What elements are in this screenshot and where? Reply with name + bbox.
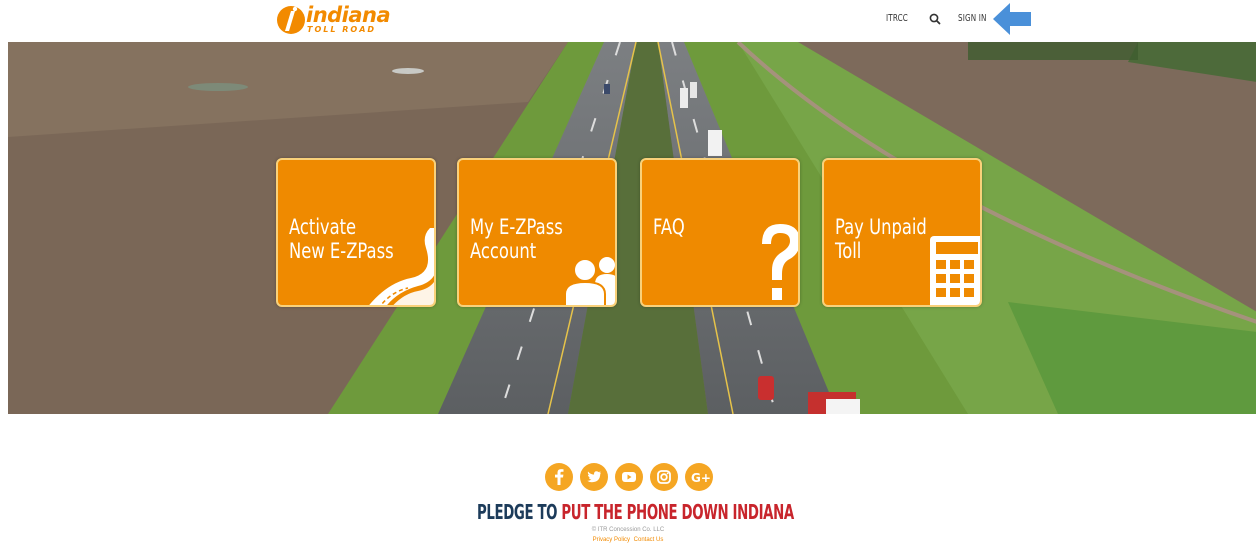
nav-itrcc-link[interactable]: ITRCC — [886, 13, 908, 24]
tile-label: Pay Unpaid Toll — [835, 215, 927, 263]
contact-us-link[interactable]: Contact Us — [634, 537, 664, 543]
arrow-left-icon — [993, 3, 1031, 35]
logo-text: indiana — [306, 3, 391, 27]
google-plus-icon[interactable]: G+ — [685, 463, 713, 491]
search-icon[interactable] — [928, 12, 942, 26]
tile-label: FAQ — [653, 215, 685, 239]
tile-activate-ezpass[interactable]: Activate New E-ZPass — [276, 158, 436, 307]
twitter-icon[interactable] — [580, 463, 608, 491]
copyright-text: © ITR Concession Co. LLC — [591, 527, 665, 533]
question-mark-icon — [762, 224, 798, 300]
logo-mark-icon — [277, 6, 305, 34]
highway-aerial-image — [8, 42, 1256, 414]
facebook-icon[interactable] — [545, 463, 573, 491]
nav-sign-in-link[interactable]: SIGN IN — [958, 13, 987, 24]
logo-tagline: TOLL ROAD — [307, 25, 377, 34]
tile-pay-unpaid-toll[interactable]: Pay Unpaid Toll — [822, 158, 982, 307]
users-icon — [564, 257, 615, 305]
tile-label: My E-ZPass Account — [470, 215, 563, 263]
tile-faq[interactable]: FAQ — [640, 158, 800, 307]
pledge-banner[interactable]: PLEDGE TO PUT THE PHONE DOWN INDIANA — [477, 500, 794, 524]
footer-links: Privacy Policy Contact Us — [0, 537, 1256, 543]
road-icon — [369, 228, 434, 305]
pledge-prefix: PLEDGE TO — [477, 500, 558, 524]
privacy-policy-link[interactable]: Privacy Policy — [593, 537, 630, 543]
indiana-toll-road-logo[interactable]: indiana TOLL ROAD — [276, 3, 400, 37]
tile-my-ezpass-account[interactable]: My E-ZPass Account — [457, 158, 617, 307]
youtube-icon[interactable] — [615, 463, 643, 491]
site-header: indiana TOLL ROAD ITRCC SIGN IN — [0, 0, 1256, 42]
svg-text:G+: G+ — [691, 471, 711, 485]
calculator-icon — [930, 236, 980, 305]
pledge-highlight: PUT THE PHONE DOWN INDIANA — [561, 500, 794, 524]
hero-banner — [8, 42, 1256, 414]
instagram-icon[interactable] — [650, 463, 678, 491]
